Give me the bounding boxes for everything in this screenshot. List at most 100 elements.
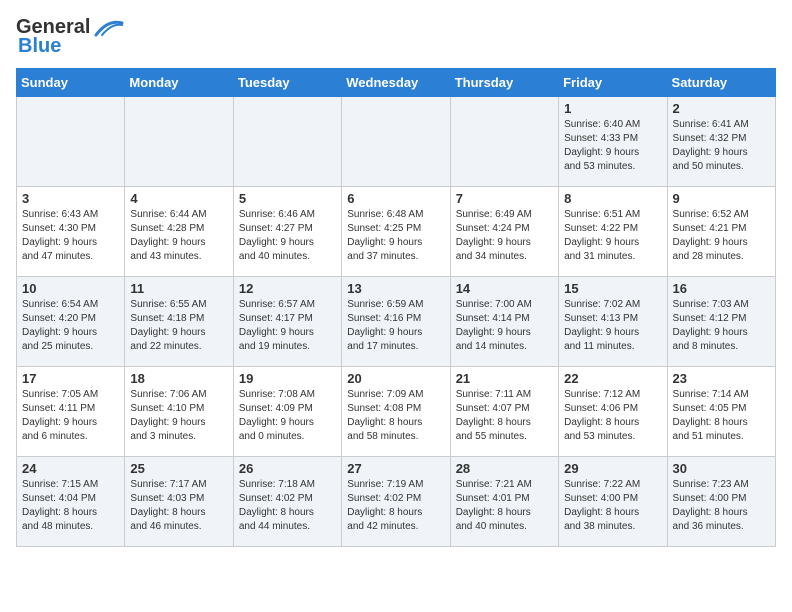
day-number: 18 [130, 371, 227, 386]
weekday-header-friday: Friday [559, 69, 667, 97]
calendar-cell: 1 Sunrise: 6:40 AM Sunset: 4:33 PM Daylig… [559, 97, 667, 187]
calendar-cell: 7 Sunrise: 6:49 AM Sunset: 4:24 PM Daylig… [450, 187, 558, 277]
day-info: Sunrise: 7:06 AM Sunset: 4:10 PM Dayligh… [130, 388, 227, 444]
calendar-cell [233, 97, 341, 187]
day-info: Sunrise: 7:22 AM Sunset: 4:00 PM Dayligh… [564, 478, 661, 534]
calendar-cell: 30 Sunrise: 7:23 AM Sunset: 4:00 PM Dayli… [667, 457, 775, 547]
day-number: 14 [456, 281, 553, 296]
day-number: 13 [347, 281, 444, 296]
weekday-header-monday: Monday [125, 69, 233, 97]
logo: General Blue [16, 16, 124, 58]
day-number: 15 [564, 281, 661, 296]
day-number: 22 [564, 371, 661, 386]
day-number: 8 [564, 191, 661, 206]
day-number: 30 [673, 461, 770, 476]
day-info: Sunrise: 6:44 AM Sunset: 4:28 PM Dayligh… [130, 208, 227, 264]
day-info: Sunrise: 7:03 AM Sunset: 4:12 PM Dayligh… [673, 298, 770, 354]
calendar-cell: 9 Sunrise: 6:52 AM Sunset: 4:21 PM Daylig… [667, 187, 775, 277]
calendar-cell [342, 97, 450, 187]
calendar-cell: 13 Sunrise: 6:59 AM Sunset: 4:16 PM Dayli… [342, 277, 450, 367]
logo-wing-icon [92, 17, 124, 39]
calendar-header: SundayMondayTuesdayWednesdayThursdayFrid… [17, 69, 776, 97]
calendar-cell: 8 Sunrise: 6:51 AM Sunset: 4:22 PM Daylig… [559, 187, 667, 277]
weekday-header-sunday: Sunday [17, 69, 125, 97]
day-number: 21 [456, 371, 553, 386]
day-number: 6 [347, 191, 444, 206]
day-number: 7 [456, 191, 553, 206]
calendar-cell [450, 97, 558, 187]
day-info: Sunrise: 6:54 AM Sunset: 4:20 PM Dayligh… [22, 298, 119, 354]
logo-blue: Blue [18, 35, 61, 58]
day-number: 17 [22, 371, 119, 386]
calendar-cell: 5 Sunrise: 6:46 AM Sunset: 4:27 PM Daylig… [233, 187, 341, 277]
day-info: Sunrise: 7:17 AM Sunset: 4:03 PM Dayligh… [130, 478, 227, 534]
day-number: 29 [564, 461, 661, 476]
day-number: 27 [347, 461, 444, 476]
day-info: Sunrise: 7:23 AM Sunset: 4:00 PM Dayligh… [673, 478, 770, 534]
calendar-cell: 3 Sunrise: 6:43 AM Sunset: 4:30 PM Daylig… [17, 187, 125, 277]
day-info: Sunrise: 6:43 AM Sunset: 4:30 PM Dayligh… [22, 208, 119, 264]
weekday-header-thursday: Thursday [450, 69, 558, 97]
day-number: 12 [239, 281, 336, 296]
day-number: 19 [239, 371, 336, 386]
day-number: 10 [22, 281, 119, 296]
day-number: 2 [673, 101, 770, 116]
calendar-cell: 2 Sunrise: 6:41 AM Sunset: 4:32 PM Daylig… [667, 97, 775, 187]
calendar-cell: 21 Sunrise: 7:11 AM Sunset: 4:07 PM Dayli… [450, 367, 558, 457]
day-info: Sunrise: 7:21 AM Sunset: 4:01 PM Dayligh… [456, 478, 553, 534]
day-info: Sunrise: 6:40 AM Sunset: 4:33 PM Dayligh… [564, 118, 661, 174]
calendar-cell [125, 97, 233, 187]
day-number: 26 [239, 461, 336, 476]
calendar-cell: 26 Sunrise: 7:18 AM Sunset: 4:02 PM Dayli… [233, 457, 341, 547]
calendar-cell: 28Sunrise: 7:21 AM Sunset: 4:01 PM Dayli… [450, 457, 558, 547]
calendar-table: SundayMondayTuesdayWednesdayThursdayFrid… [16, 68, 776, 547]
day-number: 24 [22, 461, 119, 476]
day-info: Sunrise: 6:51 AM Sunset: 4:22 PM Dayligh… [564, 208, 661, 264]
calendar-cell: 22 Sunrise: 7:12 AM Sunset: 4:06 PM Dayli… [559, 367, 667, 457]
day-number: 11 [130, 281, 227, 296]
day-info: Sunrise: 6:55 AM Sunset: 4:18 PM Dayligh… [130, 298, 227, 354]
calendar-cell: 18 Sunrise: 7:06 AM Sunset: 4:10 PM Dayli… [125, 367, 233, 457]
day-info: Sunrise: 6:57 AM Sunset: 4:17 PM Dayligh… [239, 298, 336, 354]
calendar-cell: 11 Sunrise: 6:55 AM Sunset: 4:18 PM Dayli… [125, 277, 233, 367]
calendar-cell: 27 Sunrise: 7:19 AM Sunset: 4:02 PM Dayli… [342, 457, 450, 547]
day-info: Sunrise: 6:48 AM Sunset: 4:25 PM Dayligh… [347, 208, 444, 264]
calendar-cell: 10 Sunrise: 6:54 AM Sunset: 4:20 PM Dayli… [17, 277, 125, 367]
calendar-cell: 16 Sunrise: 7:03 AM Sunset: 4:12 PM Dayli… [667, 277, 775, 367]
day-info: Sunrise: 7:09 AM Sunset: 4:08 PM Dayligh… [347, 388, 444, 444]
day-number: 16 [673, 281, 770, 296]
calendar-cell: 24 Sunrise: 7:15 AM Sunset: 4:04 PM Dayli… [17, 457, 125, 547]
calendar-cell: 4 Sunrise: 6:44 AM Sunset: 4:28 PM Daylig… [125, 187, 233, 277]
day-info: Sunrise: 6:52 AM Sunset: 4:21 PM Dayligh… [673, 208, 770, 264]
page-header: General Blue [16, 16, 776, 58]
day-info: Sunrise: 6:49 AM Sunset: 4:24 PM Dayligh… [456, 208, 553, 264]
day-info: Sunrise: 7:15 AM Sunset: 4:04 PM Dayligh… [22, 478, 119, 534]
day-info: Sunrise: 7:02 AM Sunset: 4:13 PM Dayligh… [564, 298, 661, 354]
day-number: 3 [22, 191, 119, 206]
day-number: 4 [130, 191, 227, 206]
day-number: 5 [239, 191, 336, 206]
day-info: Sunrise: 7:05 AM Sunset: 4:11 PM Dayligh… [22, 388, 119, 444]
day-info: Sunrise: 7:12 AM Sunset: 4:06 PM Dayligh… [564, 388, 661, 444]
day-info: Sunrise: 7:19 AM Sunset: 4:02 PM Dayligh… [347, 478, 444, 534]
day-number: 9 [673, 191, 770, 206]
day-number: 20 [347, 371, 444, 386]
day-info: Sunrise: 7:08 AM Sunset: 4:09 PM Dayligh… [239, 388, 336, 444]
weekday-header-wednesday: Wednesday [342, 69, 450, 97]
day-info: Sunrise: 7:14 AM Sunset: 4:05 PM Dayligh… [673, 388, 770, 444]
calendar-cell: 23Sunrise: 7:14 AM Sunset: 4:05 PM Dayli… [667, 367, 775, 457]
calendar-cell: 15 Sunrise: 7:02 AM Sunset: 4:13 PM Dayli… [559, 277, 667, 367]
calendar-cell: 25Sunrise: 7:17 AM Sunset: 4:03 PM Dayli… [125, 457, 233, 547]
day-info: Sunrise: 7:11 AM Sunset: 4:07 PM Dayligh… [456, 388, 553, 444]
weekday-header-saturday: Saturday [667, 69, 775, 97]
day-info: Sunrise: 7:00 AM Sunset: 4:14 PM Dayligh… [456, 298, 553, 354]
day-number: 1 [564, 101, 661, 116]
day-info: Sunrise: 6:41 AM Sunset: 4:32 PM Dayligh… [673, 118, 770, 174]
weekday-header-tuesday: Tuesday [233, 69, 341, 97]
calendar-cell: 20 Sunrise: 7:09 AM Sunset: 4:08 PM Dayli… [342, 367, 450, 457]
day-info: Sunrise: 6:46 AM Sunset: 4:27 PM Dayligh… [239, 208, 336, 264]
calendar-cell [17, 97, 125, 187]
day-info: Sunrise: 7:18 AM Sunset: 4:02 PM Dayligh… [239, 478, 336, 534]
day-info: Sunrise: 6:59 AM Sunset: 4:16 PM Dayligh… [347, 298, 444, 354]
calendar-cell: 19 Sunrise: 7:08 AM Sunset: 4:09 PM Dayli… [233, 367, 341, 457]
